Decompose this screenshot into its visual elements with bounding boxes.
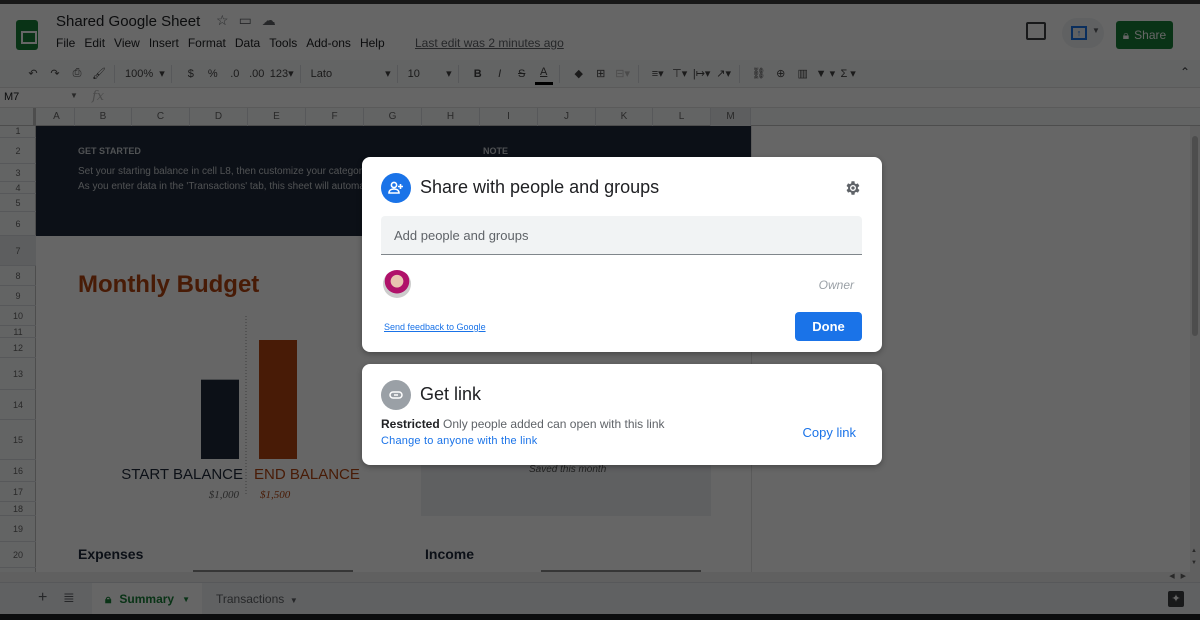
restriction-level: Restricted (381, 417, 440, 431)
send-feedback-link[interactable]: Send feedback to Google (384, 322, 486, 332)
change-link-access-link[interactable]: Change to anyone with the link (381, 435, 537, 447)
share-dialog: Share with people and groups Owner Send … (362, 157, 882, 352)
gear-icon[interactable] (844, 179, 862, 197)
done-button[interactable]: Done (795, 312, 862, 341)
owner-avatar (383, 270, 411, 298)
share-dialog-title: Share with people and groups (420, 177, 660, 197)
restriction-description: Only people added can open with this lin… (443, 417, 665, 431)
owner-role-label: Owner (818, 278, 854, 292)
add-people-input[interactable] (381, 216, 862, 255)
person-add-icon (381, 173, 411, 203)
get-link-dialog: Get link Restricted Only people added ca… (362, 364, 882, 465)
copy-link-button[interactable]: Copy link (803, 425, 856, 440)
get-link-title: Get link (420, 384, 482, 404)
link-restriction: Restricted Only people added can open wi… (381, 417, 665, 431)
link-icon (381, 380, 411, 410)
